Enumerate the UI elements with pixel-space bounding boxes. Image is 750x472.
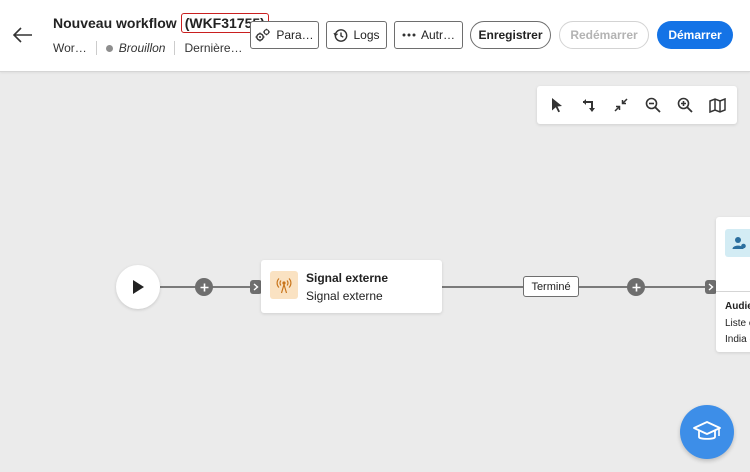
meta-divider bbox=[174, 41, 176, 55]
more-actions-label: Autr… bbox=[420, 28, 455, 42]
audience-detail: Liste c bbox=[725, 318, 750, 329]
plus-icon bbox=[632, 283, 640, 291]
activity-icon-box bbox=[725, 229, 750, 257]
broadcast-icon bbox=[276, 278, 292, 294]
graduation-cap-icon bbox=[693, 421, 721, 440]
zoom-in-icon bbox=[677, 97, 693, 113]
more-dots-icon bbox=[402, 33, 416, 37]
status-dot bbox=[105, 44, 113, 52]
chevron-right-icon bbox=[708, 283, 714, 291]
save-button[interactable]: Enregistrer bbox=[470, 21, 551, 49]
title-row: Nouveau workflow (WKF31755) bbox=[53, 13, 269, 33]
chevron-right-icon bbox=[253, 283, 259, 291]
connector-line bbox=[579, 286, 716, 288]
page-title: Nouveau workflow bbox=[53, 15, 177, 31]
zoom-out-icon bbox=[645, 97, 661, 113]
learn-help-button[interactable] bbox=[680, 405, 734, 459]
status-badge: Brouillon bbox=[118, 41, 166, 55]
map-icon bbox=[708, 97, 726, 113]
workflow-type: Wor… bbox=[53, 41, 87, 55]
activity-icon-box bbox=[270, 271, 298, 299]
last-modified: Dernière… bbox=[184, 41, 243, 55]
zoom-out-button[interactable] bbox=[640, 92, 666, 118]
activity-title: Signal externe bbox=[306, 271, 389, 285]
arrow-left-icon bbox=[13, 27, 32, 43]
select-tool-button[interactable] bbox=[544, 92, 570, 118]
clock-history-icon bbox=[333, 28, 348, 43]
gears-icon bbox=[255, 28, 271, 42]
settings-label: Para… bbox=[276, 28, 314, 42]
meta-divider bbox=[95, 41, 97, 55]
activity-subtitle: Signal externe bbox=[306, 289, 383, 303]
workflow-header: Nouveau workflow (WKF31755) Wor… Brouill… bbox=[0, 0, 750, 72]
logs-button[interactable]: Logs bbox=[326, 21, 387, 49]
add-activity-button[interactable] bbox=[627, 278, 645, 296]
restart-button[interactable]: Redémarrer bbox=[559, 21, 649, 49]
audience-icon bbox=[732, 237, 746, 249]
play-icon bbox=[133, 280, 144, 294]
zoom-in-button[interactable] bbox=[672, 92, 698, 118]
audience-label: Audie bbox=[725, 301, 750, 312]
minimap-button[interactable] bbox=[704, 92, 730, 118]
canvas-toolbar bbox=[537, 86, 737, 124]
activity-card-audience[interactable]: Audie Liste c India c bbox=[716, 217, 750, 352]
start-button[interactable]: Démarrer bbox=[657, 21, 733, 49]
plus-icon bbox=[200, 283, 208, 291]
connector-line bbox=[442, 286, 523, 288]
activity-card-external-signal[interactable]: Signal externe Signal externe bbox=[261, 260, 442, 313]
rotate-layout-icon bbox=[583, 99, 595, 112]
transition-label: Terminé bbox=[523, 276, 579, 297]
collapse-button[interactable] bbox=[608, 92, 634, 118]
audience-detail: India c bbox=[725, 334, 750, 345]
rotate-layout-button[interactable] bbox=[576, 92, 602, 118]
workflow-meta: Wor… Brouillon Dernière… bbox=[53, 41, 243, 55]
start-node[interactable] bbox=[116, 265, 160, 309]
settings-button[interactable]: Para… bbox=[250, 21, 319, 49]
logs-label: Logs bbox=[353, 28, 380, 42]
more-actions-button[interactable]: Autr… bbox=[394, 21, 463, 49]
back-button[interactable] bbox=[10, 22, 36, 48]
card-divider bbox=[716, 291, 750, 292]
add-activity-button[interactable] bbox=[195, 278, 213, 296]
collapse-icon bbox=[614, 98, 628, 112]
select-arrow-icon bbox=[552, 98, 562, 113]
